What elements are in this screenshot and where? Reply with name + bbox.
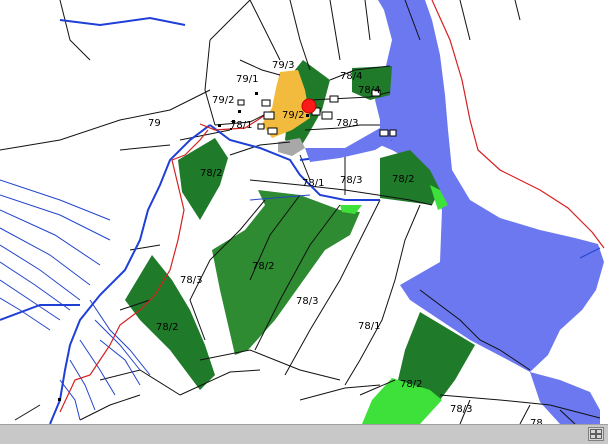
parcel-label: 78/3 [450,404,472,415]
parcel-label: 78/3 [336,118,358,129]
parcel-label: 78/1 [358,321,380,332]
parcel-label: 78/2 [252,261,274,272]
parcel-label: 78/1 [230,120,252,131]
parcel-label: 79/3 [272,60,294,71]
parcel-label: 79 [148,118,161,129]
parcel-label: 78/2 [392,174,414,185]
cadastral-map[interactable]: 79/3 79/1 79/2 78/1 79/2 78/4 78/4 78/3 … [0,0,608,444]
parcel-label: 79/1 [236,74,258,85]
parcel-label: 78/2 [400,379,422,390]
parcel-label: 79/2 [212,95,234,106]
parcel-label: 78/4 [340,71,362,82]
parcel-label: 78/2 [156,322,178,333]
map-canvas[interactable]: 79/3 79/1 79/2 78/1 79/2 78/4 78/4 78/3 … [0,0,608,444]
parcel-label: 78/3 [340,175,362,186]
status-bar [0,424,608,444]
parcel-label: 78/3 [180,275,202,286]
grid-icon[interactable] [588,427,604,441]
parcel-label: 78/2 [200,168,222,179]
parcel-label: 78/1 [302,178,324,189]
parcel-label: 78/4 [358,85,380,96]
parcel-label: 78/3 [296,296,318,307]
parcel-label: 79/2 [282,110,304,121]
